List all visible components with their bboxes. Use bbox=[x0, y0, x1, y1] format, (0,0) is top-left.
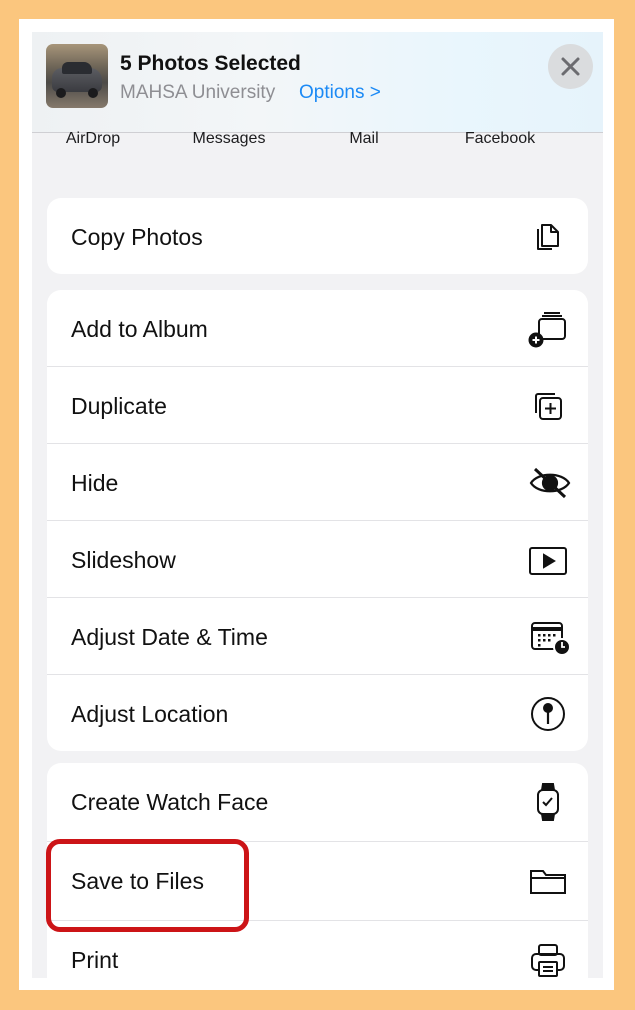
app-messages[interactable]: Messages bbox=[169, 130, 289, 148]
action-label: Slideshow bbox=[71, 547, 176, 573]
printer-icon bbox=[528, 940, 568, 978]
watch-icon bbox=[528, 782, 568, 822]
action-label: Adjust Date & Time bbox=[71, 624, 268, 650]
eye-slash-icon bbox=[528, 463, 571, 503]
action-label: Hide bbox=[71, 470, 119, 496]
action-hide[interactable]: Hide bbox=[47, 444, 588, 521]
action-label: Add to Album bbox=[71, 316, 208, 342]
action-create-watch-face[interactable]: Create Watch Face bbox=[47, 763, 588, 842]
action-label: Print bbox=[71, 947, 119, 973]
photo-thumbnail bbox=[46, 44, 108, 108]
close-icon bbox=[561, 57, 580, 76]
folder-icon bbox=[528, 861, 568, 901]
action-group-1: Copy Photos bbox=[47, 198, 588, 274]
action-duplicate[interactable]: Duplicate bbox=[47, 367, 588, 444]
close-button[interactable] bbox=[548, 44, 593, 89]
header-title: 5 Photos Selected bbox=[120, 52, 301, 75]
location-pin-icon bbox=[528, 694, 568, 734]
play-icon bbox=[528, 540, 568, 580]
app-facebook[interactable]: Facebook bbox=[440, 130, 560, 148]
action-add-to-album[interactable]: Add to Album bbox=[47, 290, 588, 367]
share-sheet: 5 Photos Selected MAHSA University Optio… bbox=[32, 32, 603, 978]
calendar-clock-icon bbox=[528, 617, 571, 657]
copy-icon bbox=[528, 217, 568, 257]
action-adjust-location[interactable]: Adjust Location bbox=[47, 675, 588, 751]
action-label: Create Watch Face bbox=[71, 789, 269, 815]
share-sheet-header: 5 Photos Selected MAHSA University Optio… bbox=[32, 32, 603, 132]
header-subtitle: MAHSA University bbox=[120, 82, 276, 103]
action-slideshow[interactable]: Slideshow bbox=[47, 521, 588, 598]
action-copy-photos[interactable]: Copy Photos bbox=[47, 198, 588, 274]
highlight-annotation bbox=[46, 839, 249, 932]
app-airdrop[interactable]: AirDrop bbox=[33, 130, 153, 148]
duplicate-icon bbox=[528, 386, 568, 426]
app-row: AirDrop Messages Mail Facebook bbox=[32, 130, 603, 154]
action-label: Copy Photos bbox=[71, 224, 203, 250]
app-mail[interactable]: Mail bbox=[304, 130, 424, 148]
action-label: Adjust Location bbox=[71, 701, 229, 727]
action-adjust-date-time[interactable]: Adjust Date & Time bbox=[47, 598, 588, 675]
options-link[interactable]: Options > bbox=[299, 82, 381, 104]
add-to-album-icon bbox=[528, 309, 568, 349]
action-group-2: Add to Album Duplicate Hide Slideshow Ad… bbox=[47, 290, 588, 751]
action-label: Duplicate bbox=[71, 393, 167, 419]
